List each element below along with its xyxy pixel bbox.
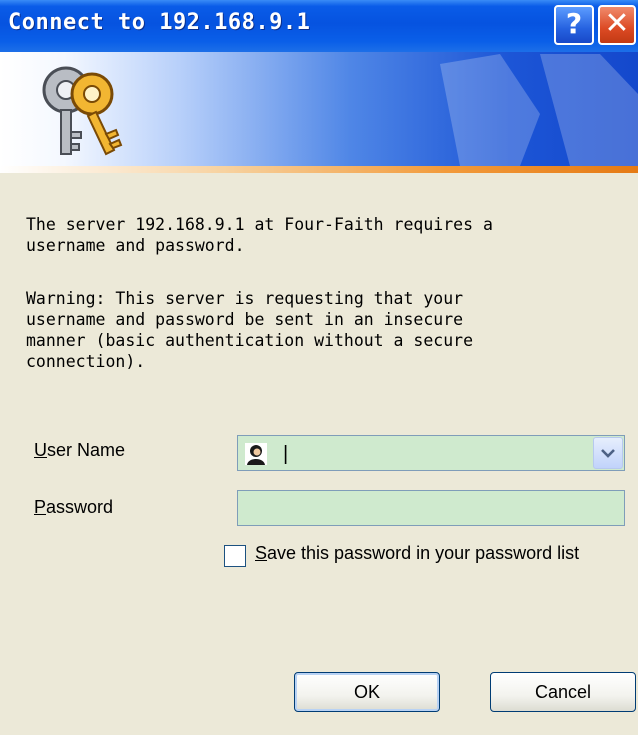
password-field[interactable] bbox=[237, 490, 625, 526]
title-bar[interactable]: Connect to 192.168.9.1 ? ✕ bbox=[0, 0, 638, 52]
username-combobox[interactable]: | bbox=[237, 435, 625, 471]
cancel-button[interactable]: Cancel bbox=[490, 672, 636, 712]
username-label-accelerator: U bbox=[34, 440, 47, 460]
help-icon: ? bbox=[565, 7, 583, 40]
save-password-label-text: ave this password in your password list bbox=[267, 543, 580, 563]
keys-icon bbox=[42, 66, 123, 156]
password-label-text: assword bbox=[46, 497, 114, 517]
password-label: Password bbox=[34, 497, 113, 518]
banner-accent-line bbox=[0, 166, 638, 173]
login-dialog: Connect to 192.168.9.1 ? ✕ The server 19 bbox=[0, 0, 638, 735]
username-label-text: ser Name bbox=[47, 440, 126, 460]
help-button[interactable]: ? bbox=[554, 5, 594, 45]
password-label-accelerator: P bbox=[34, 497, 47, 517]
user-icon bbox=[245, 443, 267, 465]
close-icon: ✕ bbox=[604, 6, 630, 41]
server-message: The server 192.168.9.1 at Four-Faith req… bbox=[26, 215, 493, 255]
ok-button[interactable]: OK bbox=[294, 672, 440, 712]
window-title: Connect to 192.168.9.1 bbox=[8, 10, 311, 35]
save-password-label[interactable]: Save this password in your password list bbox=[255, 543, 579, 564]
save-password-checkbox[interactable] bbox=[224, 545, 246, 567]
close-button[interactable]: ✕ bbox=[598, 5, 636, 45]
text-cursor: | bbox=[283, 443, 289, 465]
username-dropdown-button[interactable] bbox=[593, 437, 623, 469]
chevron-down-icon bbox=[601, 449, 615, 458]
username-label: User Name bbox=[34, 440, 125, 461]
save-password-accelerator: S bbox=[255, 543, 268, 563]
security-warning: Warning: This server is requesting that … bbox=[26, 289, 474, 371]
background-keys-watermark bbox=[440, 54, 638, 166]
